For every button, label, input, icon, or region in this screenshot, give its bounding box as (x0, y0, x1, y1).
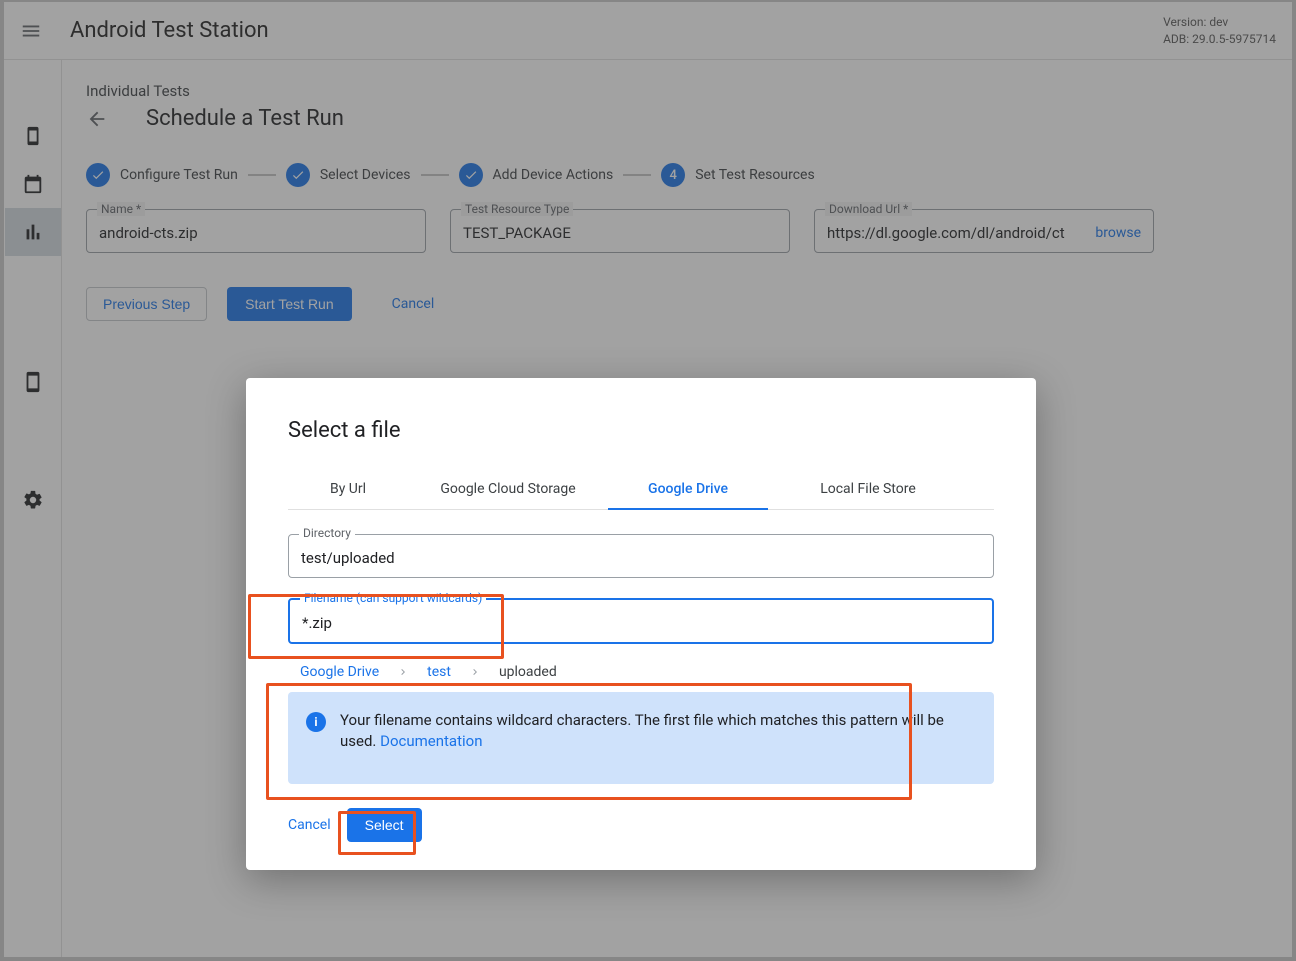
tab-local-file-store[interactable]: Local File Store (768, 471, 968, 509)
info-text: Your filename contains wildcard characte… (340, 710, 976, 752)
filename-input[interactable] (290, 600, 992, 642)
directory-input[interactable] (289, 535, 993, 577)
filename-field[interactable]: Filename (can support wildcards) (288, 598, 994, 644)
breadcrumb-current: uploaded (499, 664, 557, 680)
field-label: Directory (299, 526, 355, 540)
info-icon: i (306, 712, 326, 732)
tab-google-drive[interactable]: Google Drive (608, 471, 768, 509)
dialog-title: Select a file (288, 418, 994, 443)
dialog-select-button[interactable]: Select (347, 808, 422, 842)
directory-field[interactable]: Directory (288, 534, 994, 578)
tab-by-url[interactable]: By Url (288, 471, 408, 509)
breadcrumb-root[interactable]: Google Drive (300, 664, 379, 680)
breadcrumb-item[interactable]: test (427, 664, 451, 680)
select-file-dialog: Select a file By Url Google Cloud Storag… (246, 378, 1036, 870)
tab-gcs[interactable]: Google Cloud Storage (408, 471, 608, 509)
documentation-link[interactable]: Documentation (380, 732, 482, 750)
dialog-cancel-button[interactable]: Cancel (288, 817, 331, 833)
field-label: Filename (can support wildcards) (300, 591, 486, 605)
info-banner: i Your filename contains wildcard charac… (288, 692, 994, 784)
dialog-tabs: By Url Google Cloud Storage Google Drive… (288, 471, 994, 510)
breadcrumb: Google Drive test uploaded (288, 664, 994, 680)
chevron-right-icon (469, 666, 481, 678)
chevron-right-icon (397, 666, 409, 678)
